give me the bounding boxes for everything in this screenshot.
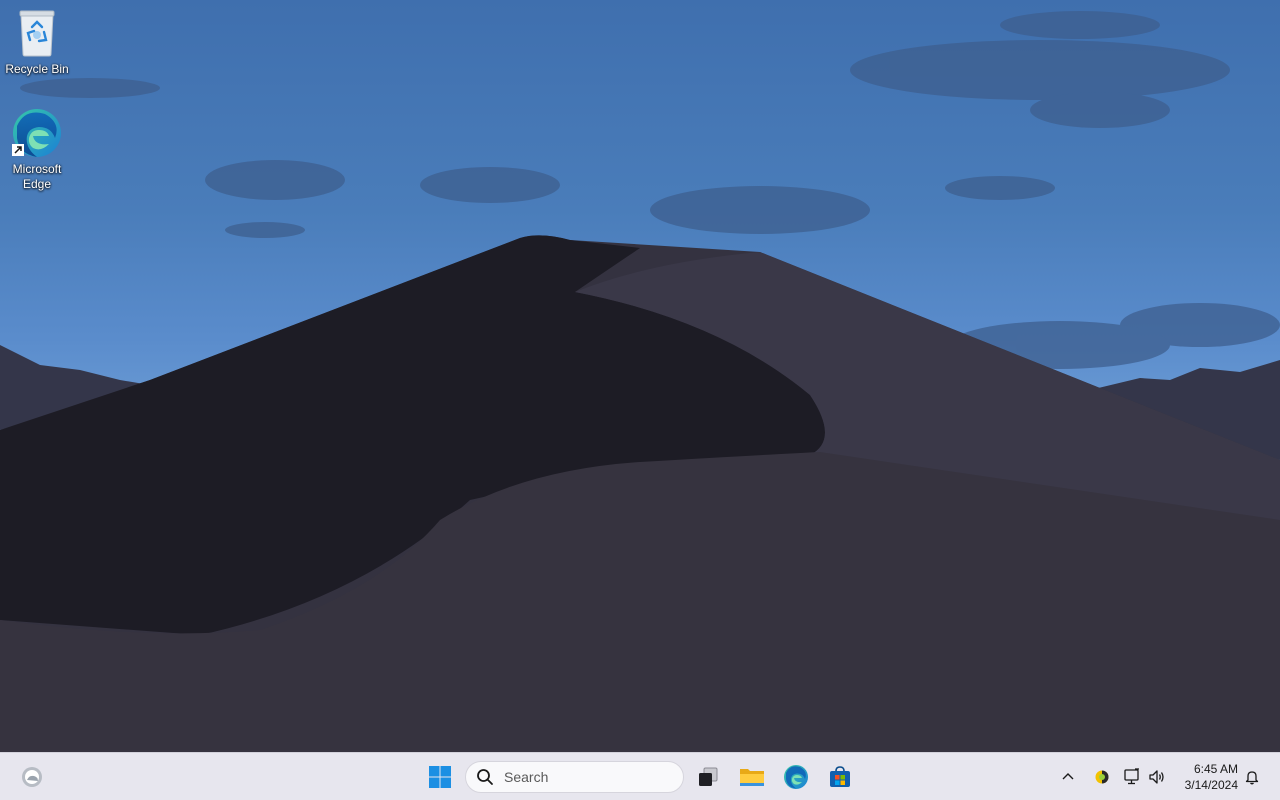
desktop-icon-microsoft-edge[interactable]: Microsoft Edge bbox=[0, 108, 74, 192]
bell-icon[interactable] bbox=[1242, 767, 1262, 787]
clock-time: 6:45 AM bbox=[1193, 762, 1238, 776]
microsoft-store-icon[interactable] bbox=[822, 759, 858, 795]
app-tray-icon[interactable] bbox=[1092, 767, 1112, 787]
chevron-up-icon[interactable] bbox=[1058, 767, 1078, 787]
wallpaper bbox=[0, 11, 1280, 752]
edge-icon[interactable] bbox=[778, 759, 814, 795]
recycle-bin-icon bbox=[11, 8, 63, 60]
taskbar-clock[interactable]: 6:45 AM 3/14/2024 bbox=[1168, 761, 1238, 793]
windows-start-icon[interactable] bbox=[422, 759, 458, 795]
search-placeholder: Search bbox=[504, 769, 549, 785]
desktop: Recycle Bin Microsoft Edge bbox=[0, 0, 1280, 752]
network-icon[interactable] bbox=[1122, 767, 1142, 787]
desktop-icon-label: Microsoft Edge bbox=[12, 162, 62, 191]
search-icon bbox=[477, 769, 493, 785]
desktop-icon-label: Recycle Bin bbox=[5, 62, 69, 76]
task-view-icon[interactable] bbox=[690, 759, 726, 795]
desktop-icon-recycle-bin[interactable]: Recycle Bin bbox=[0, 8, 74, 77]
weather-widget-icon[interactable] bbox=[14, 759, 50, 795]
search-box[interactable]: Search bbox=[465, 761, 684, 793]
file-explorer-icon[interactable] bbox=[734, 759, 770, 795]
clock-date: 3/14/2024 bbox=[1184, 778, 1238, 792]
edge-icon bbox=[11, 108, 63, 160]
taskbar: Search 6:45 AM 3/14/2024 bbox=[0, 752, 1280, 800]
volume-icon[interactable] bbox=[1147, 767, 1167, 787]
